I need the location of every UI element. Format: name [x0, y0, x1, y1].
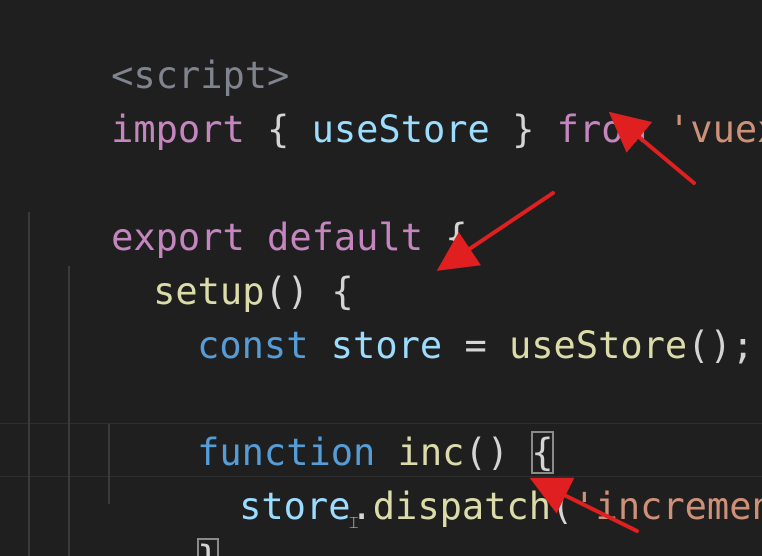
- arrow-to-vuex-icon: [608, 111, 696, 185]
- annotation-arrows: [436, 111, 696, 533]
- arrow-to-dispatch-string-icon: [529, 477, 639, 533]
- code-editor[interactable]: <script> import { useStore } from 'vuex'…: [0, 0, 762, 556]
- arrow-to-usestore-call-icon: [436, 191, 555, 271]
